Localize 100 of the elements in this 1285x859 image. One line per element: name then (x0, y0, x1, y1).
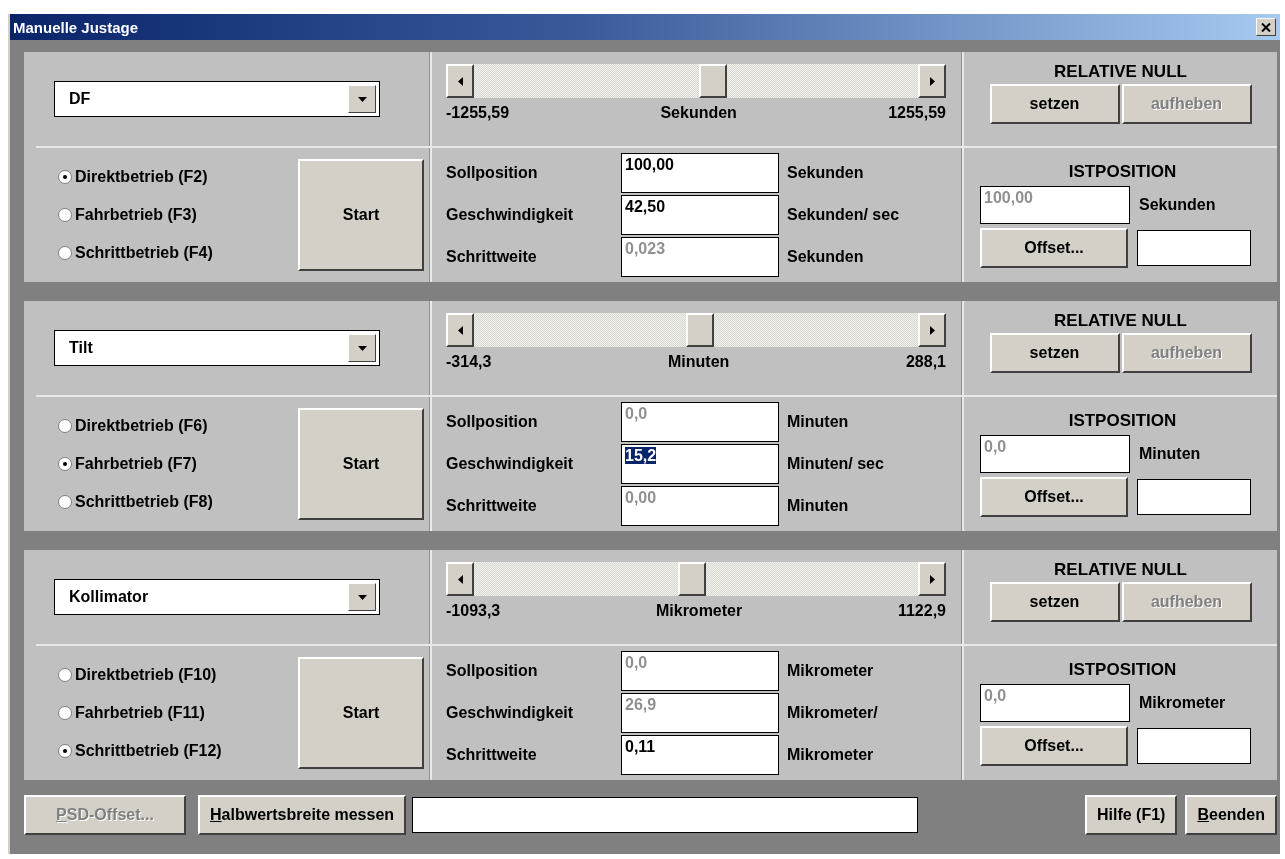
scroll-right-button[interactable] (918, 64, 946, 98)
mode-radio[interactable]: Direktbetrieb (F2) (58, 168, 284, 186)
parameter-label: Sollposition (446, 662, 539, 680)
footer-button[interactable]: Beenden (1185, 795, 1277, 835)
slider-thumb[interactable] (698, 64, 727, 98)
parameter-field[interactable]: 42,50 (621, 195, 779, 235)
slider-thumb[interactable] (677, 562, 706, 596)
right-arrow-icon (929, 76, 935, 86)
close-icon (1261, 22, 1271, 32)
radio-label: Direktbetrieb (F10) (75, 666, 217, 684)
dropdown-value: Kollimator (69, 588, 149, 606)
dropdown-button[interactable] (348, 583, 376, 611)
parameter-label: Geschwindigkeit (446, 704, 575, 722)
dropdown-value: DF (69, 90, 91, 108)
range-unit: Minuten (668, 353, 730, 371)
radio-label: Schrittbetrieb (F12) (75, 742, 222, 760)
mode-radio[interactable]: Fahrbetrieb (F7) (58, 455, 284, 473)
range-unit: Mikrometer (655, 602, 743, 620)
radio-button[interactable] (58, 419, 72, 433)
dropdown-button[interactable] (348, 334, 376, 362)
parameter-label: Schrittweite (446, 746, 538, 764)
unit-label: Sekunden (1139, 196, 1216, 214)
relative-null-heading: RELATIVE NULL (1054, 62, 1187, 82)
parameter-label: Geschwindigkeit (446, 206, 575, 224)
offset-field[interactable] (1137, 728, 1251, 764)
unit-label: Sekunden (787, 248, 864, 266)
range-max: 1122,9 (897, 602, 946, 620)
slider-thumb[interactable] (686, 313, 715, 347)
offset-button[interactable]: Offset... (980, 228, 1128, 268)
mode-radio[interactable]: Schrittbetrieb (F8) (58, 493, 284, 511)
radio-button[interactable] (58, 246, 72, 260)
radio-label: Schrittbetrieb (F4) (75, 244, 213, 262)
parameter-label: Sollposition (446, 413, 539, 431)
unit-label: Sekunden (787, 164, 864, 182)
start-button[interactable]: Start (298, 657, 424, 769)
parameter-field[interactable]: 0,11 (621, 735, 779, 775)
istposition-field: 0,0 (980, 684, 1130, 722)
radio-button[interactable] (58, 457, 72, 471)
window-title: Manuelle Justage (13, 18, 139, 36)
scroll-left-button[interactable] (446, 64, 474, 98)
parameter-label: Sollposition (446, 164, 539, 182)
close-button[interactable] (1256, 18, 1276, 36)
left-arrow-icon (457, 76, 463, 86)
relative-null-button[interactable]: setzen (989, 333, 1120, 373)
radio-button[interactable] (58, 668, 72, 682)
mode-radio[interactable]: Direktbetrieb (F10) (58, 666, 284, 684)
range-min: -1093,3 (446, 602, 501, 620)
start-button[interactable]: Start (298, 408, 424, 520)
radio-button[interactable] (58, 495, 72, 509)
istposition-field: 100,00 (980, 186, 1130, 224)
radio-label: Direktbetrieb (F2) (75, 168, 208, 186)
axis-dropdown[interactable]: DF (54, 81, 380, 117)
unit-label: Mikrometer (787, 662, 874, 680)
footer-button[interactable]: Halbwertsbreite messen (198, 795, 407, 835)
dropdown-button[interactable] (348, 85, 376, 113)
axis-dropdown[interactable]: Tilt (54, 330, 380, 366)
start-button[interactable]: Start (298, 159, 424, 271)
offset-field[interactable] (1137, 479, 1251, 515)
unit-label: Minuten/ sec (787, 455, 884, 473)
relative-null-button[interactable]: setzen (989, 84, 1120, 124)
radio-button[interactable] (58, 170, 72, 184)
scroll-right-button[interactable] (918, 562, 946, 596)
mode-radio[interactable]: Fahrbetrieb (F3) (58, 206, 284, 224)
mode-radio[interactable]: Fahrbetrieb (F11) (58, 704, 284, 722)
parameter-field[interactable]: 15,2 (621, 444, 779, 484)
scroll-left-button[interactable] (446, 313, 474, 347)
unit-label: Minuten (787, 413, 849, 431)
radio-label: Direktbetrieb (F6) (75, 417, 208, 435)
offset-button[interactable]: Offset... (980, 726, 1128, 766)
mode-radio[interactable]: Schrittbetrieb (F4) (58, 244, 284, 262)
range-max: 1255,59 (888, 104, 946, 122)
radio-label: Fahrbetrieb (F7) (75, 455, 197, 473)
unit-label: Mikrometer (787, 746, 874, 764)
footer-button[interactable]: Hilfe (F1) (1084, 795, 1178, 835)
caret-icon (357, 96, 367, 102)
unit-label: Mikrometer (1139, 694, 1226, 712)
relative-null-heading: RELATIVE NULL (1054, 311, 1187, 331)
istposition-heading: ISTPOSITION (1067, 660, 1178, 680)
scroll-left-button[interactable] (446, 562, 474, 596)
parameter-label: Schrittweite (446, 497, 538, 515)
mode-radio[interactable]: Direktbetrieb (F6) (58, 417, 284, 435)
range-max: 288,1 (905, 353, 946, 371)
right-arrow-icon (929, 574, 935, 584)
axis-dropdown[interactable]: Kollimator (54, 579, 380, 615)
radio-button[interactable] (58, 706, 72, 720)
radio-button[interactable] (58, 208, 72, 222)
parameter-label: Schrittweite (446, 248, 538, 266)
scroll-right-button[interactable] (918, 313, 946, 347)
parameter-field[interactable]: 100,00 (621, 153, 779, 193)
left-arrow-icon (457, 325, 463, 335)
offset-button[interactable]: Offset... (980, 477, 1128, 517)
radio-button[interactable] (58, 744, 72, 758)
unit-label: Sekunden/ sec (787, 206, 900, 224)
mode-radio[interactable]: Schrittbetrieb (F12) (58, 742, 284, 760)
relative-null-button[interactable]: setzen (989, 582, 1120, 622)
istposition-heading: ISTPOSITION (1067, 411, 1178, 431)
istposition-field: 0,0 (980, 435, 1130, 473)
offset-field[interactable] (1137, 230, 1251, 266)
right-arrow-icon (929, 325, 935, 335)
caret-icon (357, 594, 367, 600)
